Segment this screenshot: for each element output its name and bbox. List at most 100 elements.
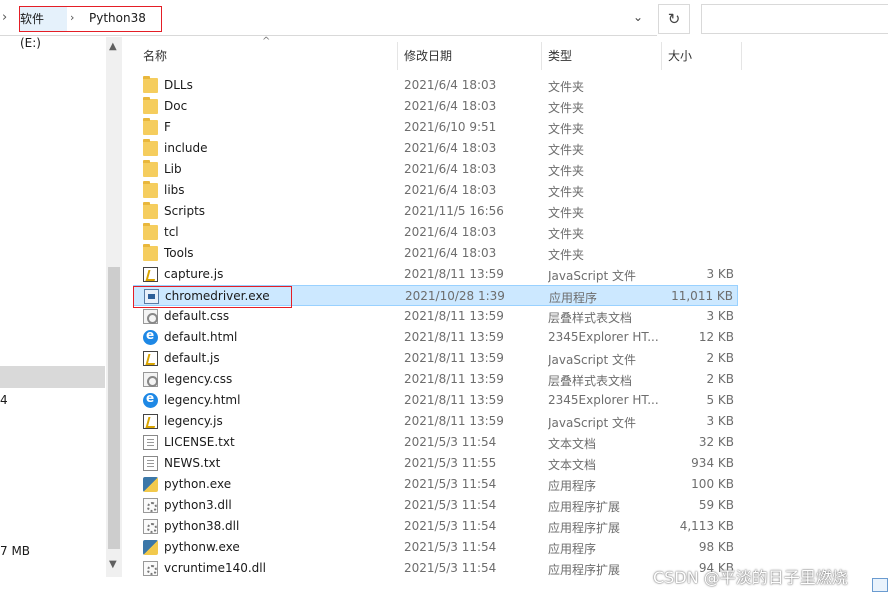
file-name: default.css	[164, 309, 230, 323]
folder-icon	[143, 139, 158, 156]
text-file-icon	[143, 435, 158, 450]
browser-file-icon	[143, 328, 158, 345]
file-row[interactable]: include 2021/6/4 18:03 文件夹	[133, 138, 738, 159]
file-type: 文件夹	[548, 164, 585, 178]
file-type: 文本文档	[548, 458, 597, 472]
file-name: python.exe	[164, 477, 232, 491]
scroll-up-icon[interactable]: ▲	[109, 41, 117, 52]
file-row[interactable]: DLLs 2021/6/4 18:03 文件夹	[133, 75, 738, 96]
js-file-icon	[143, 414, 158, 429]
file-row[interactable]: F 2021/6/10 9:51 文件夹	[133, 117, 738, 138]
file-name: pythonw.exe	[164, 540, 240, 554]
file-name: LICENSE.txt	[164, 435, 235, 449]
text-file-icon	[143, 456, 158, 471]
file-name: legency.js	[164, 414, 223, 428]
file-row[interactable]: python38.dll 2021/5/3 11:54 应用程序扩展 4,113 KB	[133, 516, 738, 537]
annotation-highlight-box	[133, 286, 292, 308]
folder-icon	[143, 244, 158, 261]
file-type: 文本文档	[548, 437, 597, 451]
file-type: 应用程序扩展	[548, 500, 621, 514]
file-row[interactable]: libs 2021/6/4 18:03 文件夹	[133, 180, 738, 201]
address-bar[interactable]: › 软件 (E:) › Python38 ⌄	[0, 0, 657, 50]
scrollbar-thumb[interactable]	[108, 267, 120, 549]
file-row[interactable]: python3.dll 2021/5/3 11:54 应用程序扩展 59 KB	[133, 495, 738, 516]
column-divider[interactable]	[397, 42, 398, 70]
file-row[interactable]: legency.html 2021/8/11 13:59 2345Explorer …	[133, 390, 738, 411]
file-row[interactable]: tcl 2021/6/4 18:03 文件夹	[133, 222, 738, 243]
file-size: 3 KB	[706, 414, 734, 428]
file-size: 5 KB	[706, 393, 734, 407]
file-name: python3.dll	[164, 498, 232, 512]
file-name: default.js	[164, 351, 220, 365]
nav-status-text: 7 MB	[0, 544, 31, 558]
file-row[interactable]: default.html 2021/8/11 13:59 2345Explorer …	[133, 327, 738, 348]
column-header-size[interactable]: 大小	[668, 43, 738, 69]
folder-icon	[143, 118, 158, 135]
folder-icon	[143, 97, 158, 114]
file-row[interactable]: Scripts 2021/11/5 16:56 文件夹	[133, 201, 738, 222]
file-type: 应用程序	[548, 479, 597, 493]
chevron-right-icon[interactable]: ›	[2, 10, 12, 25]
column-divider[interactable]	[741, 42, 742, 70]
js-file-icon	[143, 267, 158, 282]
folder-icon	[143, 202, 158, 219]
file-name: F	[164, 120, 171, 134]
file-row[interactable]: Tools 2021/6/4 18:03 文件夹	[133, 243, 738, 264]
file-row[interactable]: NEWS.txt 2021/5/3 11:55 文本文档 934 KB	[133, 453, 738, 474]
file-date: 2021/6/10 9:51	[404, 120, 497, 134]
file-row[interactable]: python.exe 2021/5/3 11:54 应用程序 100 KB	[133, 474, 738, 495]
file-size: 2 KB	[706, 372, 734, 386]
file-size: 2 KB	[706, 351, 734, 365]
column-header-date[interactable]: 修改日期	[404, 43, 540, 69]
chevron-down-icon[interactable]: ⌄	[633, 10, 643, 24]
column-divider[interactable]	[541, 42, 542, 70]
file-row[interactable]: pythonw.exe 2021/5/3 11:54 应用程序 98 KB	[133, 537, 738, 558]
file-date: 2021/5/3 11:54	[404, 498, 497, 512]
file-row[interactable]: default.js 2021/8/11 13:59 JavaScript 文件 2 …	[133, 348, 738, 369]
file-name: legency.html	[164, 393, 241, 407]
file-row[interactable]: Doc 2021/6/4 18:03 文件夹	[133, 96, 738, 117]
file-name: vcruntime140.dll	[164, 561, 266, 575]
column-divider[interactable]	[661, 42, 662, 70]
file-type: 应用程序扩展	[548, 563, 621, 577]
file-date: 2021/5/3 11:54	[404, 477, 497, 491]
file-type: 2345Explorer HT...	[548, 330, 659, 344]
folder-icon	[143, 181, 158, 198]
view-toggle-icon[interactable]	[872, 578, 888, 592]
file-name: Scripts	[164, 204, 206, 218]
file-size: 11,011 KB	[671, 289, 733, 303]
scroll-down-icon[interactable]: ▼	[109, 559, 117, 570]
file-name: Doc	[164, 99, 188, 113]
file-type: JavaScript 文件	[548, 353, 636, 367]
dll-file-icon	[143, 519, 158, 534]
file-date: 2021/6/4 18:03	[404, 246, 497, 260]
file-type: 文件夹	[548, 206, 585, 220]
file-row[interactable]: Lib 2021/6/4 18:03 文件夹	[133, 159, 738, 180]
nav-selected-item[interactable]	[0, 366, 105, 388]
file-date: 2021/6/4 18:03	[404, 141, 497, 155]
file-size: 98 KB	[698, 540, 734, 554]
file-row[interactable]: legency.css 2021/8/11 13:59 层叠样式表文档 2 KB	[133, 369, 738, 390]
file-date: 2021/8/11 13:59	[404, 330, 504, 344]
vertical-scrollbar[interactable]: ▲ ▼	[106, 37, 122, 577]
file-type: 文件夹	[548, 227, 585, 241]
file-date: 2021/8/11 13:59	[404, 351, 504, 365]
file-date: 2021/6/4 18:03	[404, 183, 497, 197]
search-input[interactable]	[701, 4, 888, 34]
file-size: 32 KB	[698, 435, 734, 449]
file-row[interactable]: LICENSE.txt 2021/5/3 11:54 文本文档 32 KB	[133, 432, 738, 453]
file-row[interactable]: capture.js 2021/8/11 13:59 JavaScript 文件 3 …	[133, 264, 738, 285]
refresh-icon: ↻	[667, 10, 681, 28]
file-row[interactable]: legency.js 2021/8/11 13:59 JavaScript 文件 3 …	[133, 411, 738, 432]
python-exe-icon	[143, 477, 158, 492]
file-date: 2021/5/3 11:54	[404, 561, 497, 575]
file-type: 应用程序	[549, 291, 598, 305]
column-header-name[interactable]: 名称	[143, 43, 396, 69]
dll-file-icon	[143, 498, 158, 513]
file-row[interactable]: vcruntime140.dll 2021/5/3 11:54 应用程序扩展 94 K…	[133, 558, 738, 579]
file-date: 2021/8/11 13:59	[404, 393, 504, 407]
column-header-type[interactable]: 类型	[548, 43, 660, 69]
file-row[interactable]: default.css 2021/8/11 13:59 层叠样式表文档 3 KB	[133, 306, 738, 327]
file-date: 2021/5/3 11:54	[404, 435, 497, 449]
refresh-button[interactable]: ↻	[658, 4, 690, 34]
